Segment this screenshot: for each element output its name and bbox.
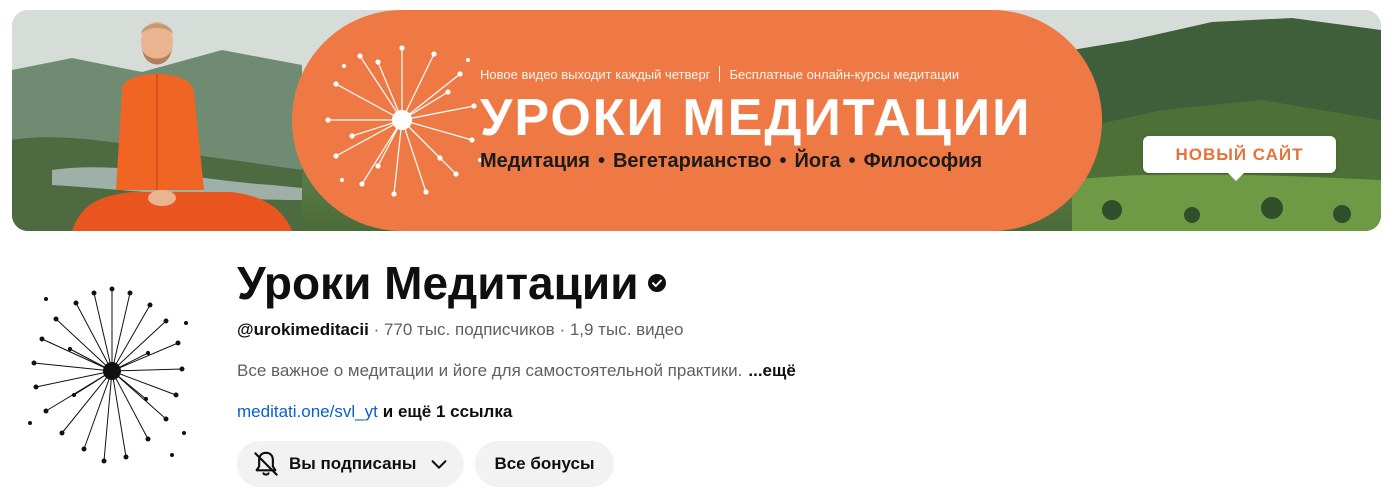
channel-links: meditati.one/svl_yt и ещё 1 ссылка [237,402,512,422]
new-site-callout[interactable]: НОВЫЙ САЙТ [1143,136,1336,181]
channel-link[interactable]: meditati.one/svl_yt [237,402,378,421]
meta-separator: · [373,320,384,339]
banner-logo-icon [325,45,482,197]
video-count: 1,9 тыс. видео [569,320,684,339]
banner-tag: Йога [794,150,841,172]
channel-title: Уроки Медитации [237,256,667,310]
banner-subtitle: Новое видео выходит каждый четверг Беспл… [480,66,959,82]
channel-description[interactable]: Все важное о медитации и йоге для самост… [237,361,796,381]
more-link[interactable]: ...ещё [748,361,795,380]
banner-tag: Вегетарианство [612,150,772,172]
subscriber-count: 770 тыс. подписчиков [383,320,555,339]
channel-avatar[interactable] [26,283,192,467]
channel-meta: @urokimeditacii · 770 тыс. подписчиков ·… [237,320,684,340]
banner-courses-text: Бесплатные онлайн-курсы медитации [729,66,960,82]
channel-name: Уроки Медитации [237,257,639,309]
banner-title: УРОКИ МЕДИТАЦИИ [480,89,1032,147]
all-bonuses-label: Все бонусы [494,454,595,473]
banner-schedule-text: Новое видео выходит каждый четверг [480,66,711,82]
subscribed-label: Вы подписаны [289,454,417,473]
banner-divider [719,66,721,82]
chevron-down-icon [431,460,447,469]
subscribed-button[interactable]: Вы подписаны [237,441,464,487]
banner-tag: Философия [863,150,983,172]
bell-off-icon [254,451,278,476]
all-bonuses-button[interactable]: Все бонусы [475,441,614,487]
channel-handle: @urokimeditacii [237,320,369,339]
banner-tag: Медитация [480,150,590,172]
banner-tags: Медитация • Вегетарианство • Йога • Философия [480,150,983,172]
meta-separator: · [559,320,570,339]
verified-check-icon [648,274,667,292]
more-links-button[interactable]: и ещё 1 ссылка [383,402,513,421]
channel-banner: Новое видео выходит каждый четверг Беспл… [12,10,1381,231]
description-text: Все важное о медитации и йоге для самост… [237,361,743,380]
